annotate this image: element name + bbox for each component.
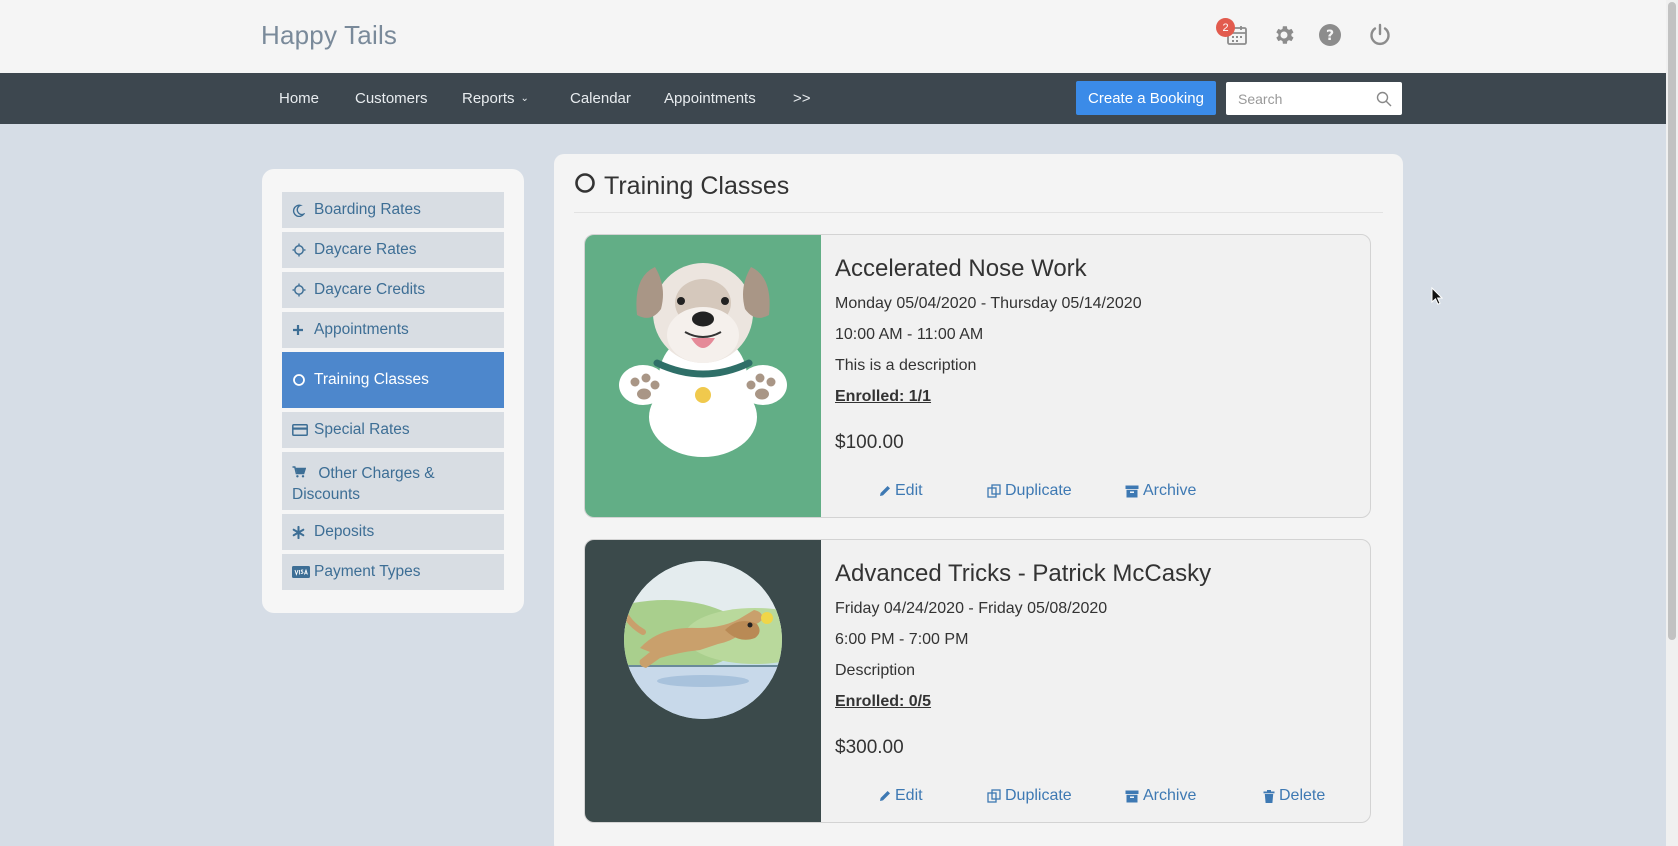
class-description: This is a description	[835, 357, 977, 374]
archive-icon	[1125, 485, 1139, 497]
sidebar-item-label: Daycare Credits	[314, 281, 426, 298]
cart-icon	[292, 466, 314, 478]
scrollbar-thumb[interactable]	[1668, 2, 1676, 640]
sidebar-item-label: Deposits	[314, 523, 375, 540]
sidebar-item-label: Other Charges & Discounts	[292, 465, 435, 503]
page-title-text: Training Classes	[604, 172, 790, 200]
sidebar-item-appointments[interactable]: Appointments	[282, 312, 504, 348]
archive-label: Archive	[1143, 482, 1197, 499]
sidebar-item-daycare-credits[interactable]: Daycare Credits	[282, 272, 504, 308]
sidebar-item-deposits[interactable]: Deposits	[282, 514, 504, 550]
class-dates: Monday 05/04/2020 - Thursday 05/14/2020	[835, 295, 1142, 312]
duplicate-label: Duplicate	[1005, 482, 1072, 499]
sidebar-item-label: Payment Types	[314, 563, 421, 580]
nav-appointments[interactable]: Appointments	[664, 73, 756, 124]
sidebar-item-label: Appointments	[314, 321, 409, 338]
sun-icon	[292, 243, 314, 257]
class-time: 10:00 AM - 11:00 AM	[835, 326, 984, 343]
class-description: Description	[835, 662, 916, 679]
duplicate-button[interactable]: Duplicate	[987, 787, 1072, 805]
archive-button[interactable]: Archive	[1125, 787, 1196, 805]
page-scrollbar[interactable]	[1666, 0, 1678, 846]
divider	[574, 212, 1383, 213]
ring-icon	[574, 172, 596, 201]
nav-more[interactable]: >>	[793, 73, 811, 124]
edit-button[interactable]: Edit	[879, 787, 923, 805]
create-booking-button[interactable]: Create a Booking	[1076, 81, 1216, 115]
mouse-cursor-icon	[1431, 286, 1444, 310]
delete-button[interactable]: Delete	[1263, 787, 1325, 805]
duplicate-button[interactable]: Duplicate	[987, 482, 1072, 500]
dog-face-illustration	[585, 235, 821, 517]
sidebar-item-label: Boarding Rates	[314, 201, 421, 218]
archive-label: Archive	[1143, 787, 1197, 804]
notification-badge: 2	[1216, 18, 1235, 37]
class-price: $100.00	[835, 432, 904, 453]
edit-label: Edit	[895, 482, 923, 499]
nav-home[interactable]: Home	[279, 73, 319, 124]
copy-icon	[987, 789, 1001, 803]
calendar-icon[interactable]: 2	[1216, 18, 1252, 50]
search-box	[1226, 82, 1402, 115]
running-dog-illustration	[585, 540, 821, 822]
class-card: Advanced Tricks - Patrick McCasky Friday…	[584, 539, 1371, 823]
class-info: Accelerated Nose Work Monday 05/04/2020 …	[835, 235, 1370, 517]
ring-icon	[292, 373, 314, 387]
sidebar-item-label: Special Rates	[314, 421, 410, 438]
trash-icon	[1263, 789, 1275, 803]
sidebar-item-payment-types[interactable]: Payment Types	[282, 554, 504, 590]
gear-icon[interactable]	[1269, 20, 1299, 50]
sun-icon	[292, 283, 314, 297]
class-card: Accelerated Nose Work Monday 05/04/2020 …	[584, 234, 1371, 518]
search-icon[interactable]	[1376, 91, 1392, 112]
settings-sidebar: Boarding Rates Daycare Rates Daycare Cre…	[262, 169, 524, 613]
enrolled-link[interactable]: Enrolled: 1/1	[835, 388, 931, 406]
help-icon[interactable]: ?	[1315, 20, 1345, 50]
copy-icon	[987, 484, 1001, 498]
sidebar-item-other-charges[interactable]: Other Charges & Discounts	[282, 452, 504, 510]
nav-customers[interactable]: Customers	[355, 73, 428, 124]
card-icon	[292, 424, 314, 436]
sidebar-item-label: Training Classes	[314, 371, 429, 388]
class-dates: Friday 04/24/2020 - Friday 05/08/2020	[835, 600, 1108, 617]
plus-icon	[292, 324, 314, 336]
asterisk-icon	[292, 525, 314, 539]
class-name: Advanced Tricks - Patrick McCasky	[835, 560, 1212, 587]
class-time: 6:00 PM - 7:00 PM	[835, 631, 969, 648]
main-navbar: Home Customers Reports ⌄ Calendar Appoint…	[0, 73, 1666, 124]
class-info: Advanced Tricks - Patrick McCasky Friday…	[835, 540, 1370, 822]
nav-reports-label: Reports	[462, 90, 515, 107]
class-name: Accelerated Nose Work	[835, 255, 1087, 282]
power-icon[interactable]	[1365, 20, 1395, 50]
enrolled-link[interactable]: Enrolled: 0/5	[835, 693, 931, 711]
top-bar: Happy Tails 2 ?	[0, 0, 1666, 73]
sidebar-item-label: Daycare Rates	[314, 241, 417, 258]
pencil-icon	[880, 486, 890, 496]
delete-label: Delete	[1279, 787, 1326, 804]
edit-button[interactable]: Edit	[879, 482, 923, 500]
archive-button[interactable]: Archive	[1125, 482, 1196, 500]
sidebar-item-daycare-rates[interactable]: Daycare Rates	[282, 232, 504, 268]
pencil-icon	[880, 791, 890, 801]
sidebar-item-special-rates[interactable]: Special Rates	[282, 412, 504, 448]
archive-icon	[1125, 790, 1139, 802]
training-classes-panel: Training Classes Accelerated Nose Work M…	[554, 154, 1403, 846]
brand-logo[interactable]: Happy Tails	[261, 20, 397, 51]
edit-label: Edit	[895, 787, 923, 804]
duplicate-label: Duplicate	[1005, 787, 1072, 804]
chevron-down-icon: ⌄	[520, 93, 529, 104]
sidebar-item-training-classes[interactable]: Training Classes	[282, 352, 504, 408]
sidebar-item-boarding-rates[interactable]: Boarding Rates	[282, 192, 504, 228]
class-price: $300.00	[835, 737, 904, 758]
svg-text:?: ?	[1326, 28, 1334, 44]
nav-reports[interactable]: Reports ⌄	[462, 73, 529, 124]
visa-icon	[292, 566, 314, 578]
nav-calendar[interactable]: Calendar	[570, 73, 631, 124]
moon-icon	[292, 204, 314, 217]
page-title: Training Classes	[574, 172, 789, 201]
search-input[interactable]	[1226, 82, 1371, 115]
